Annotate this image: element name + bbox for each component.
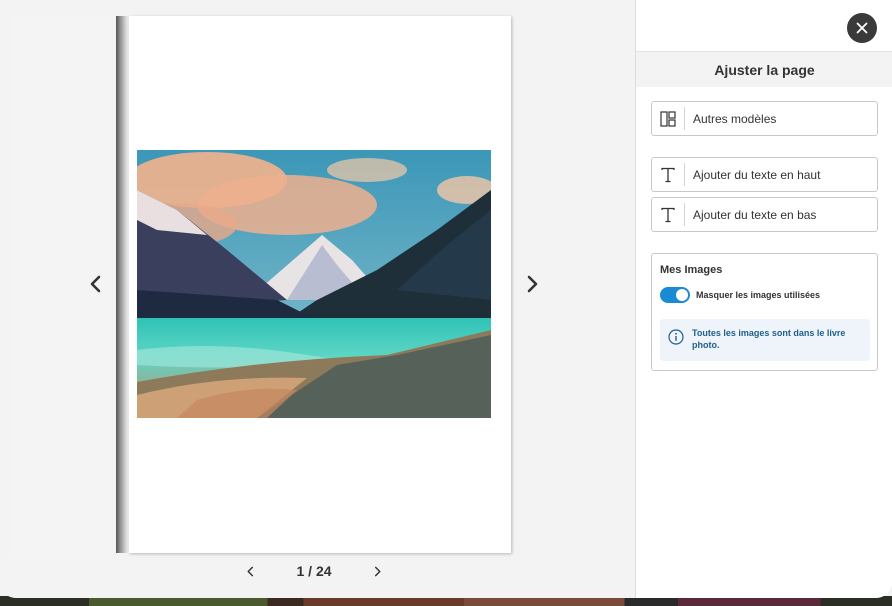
next-page-button[interactable] [518, 270, 546, 298]
toggle-label: Masquer les images utilisées [696, 290, 821, 300]
page-editor-modal: 1 / 24 Ajuster la page Autres modèles Aj… [0, 0, 892, 598]
option-label: Ajouter du texte en bas [693, 207, 817, 222]
text-icon [661, 167, 675, 182]
option-label: Ajouter du texte en haut [693, 167, 821, 182]
previous-page-button[interactable] [82, 270, 110, 298]
info-text: Toutes les images sont dans le livre pho… [692, 328, 846, 350]
info-message: Toutes les images sont dans le livre pho… [660, 319, 870, 361]
my-images-panel: Mes Images Masquer les images utilisées … [651, 253, 878, 371]
page-photo[interactable] [137, 150, 491, 418]
text-icon-wrap [652, 203, 685, 226]
hide-used-images-toggle-row[interactable]: Masquer les images utilisées [660, 287, 820, 303]
chevron-left-icon [246, 566, 253, 576]
text-icon [661, 207, 675, 222]
info-icon [668, 329, 684, 345]
other-templates-button[interactable]: Autres modèles [651, 101, 878, 136]
book-preview: 1 / 24 [0, 0, 636, 598]
chevron-right-icon [527, 275, 538, 293]
landscape-photo-image [137, 150, 491, 418]
page-current: 1 [296, 563, 305, 579]
option-label: Autres modèles [693, 111, 777, 126]
pager-next-button[interactable] [368, 561, 388, 581]
close-icon [856, 22, 868, 34]
hide-used-images-toggle[interactable] [660, 287, 690, 303]
text-icon-wrap [652, 163, 685, 186]
page-total: 24 [315, 563, 332, 579]
book-spine [116, 16, 130, 553]
add-text-top-button[interactable]: Ajouter du texte en haut [651, 157, 878, 192]
page-counter: 1 / 24 [296, 563, 331, 579]
pager-prev-button[interactable] [240, 561, 260, 581]
page-pager: 1 / 24 [240, 560, 388, 582]
chevron-right-icon [375, 566, 382, 576]
chevron-left-icon [90, 275, 101, 293]
adjust-page-sidebar: Ajuster la page Autres modèles Ajouter d… [635, 0, 892, 598]
layout-icon-wrap [652, 107, 685, 130]
close-button[interactable] [847, 13, 877, 43]
add-text-bottom-button[interactable]: Ajouter du texte en bas [651, 197, 878, 232]
layout-icon [660, 110, 676, 127]
page-separator: / [308, 563, 313, 579]
my-images-title: Mes Images [660, 264, 723, 276]
sidebar-title: Ajuster la page [636, 51, 892, 87]
